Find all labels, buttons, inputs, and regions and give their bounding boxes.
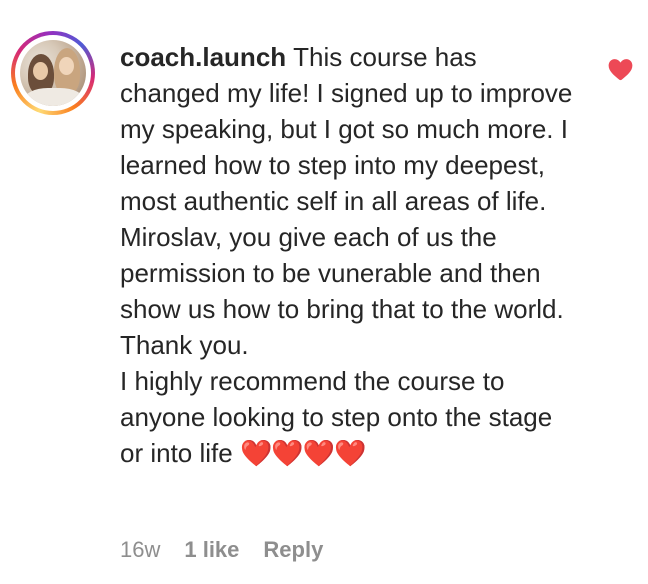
avatar-figure-bodies <box>24 88 84 106</box>
heart-icon[interactable] <box>608 58 633 81</box>
comment-body: coach.launch This course has changed my l… <box>120 39 580 471</box>
avatar-border <box>15 35 91 111</box>
comment-timestamp[interactable]: 16w <box>120 536 160 564</box>
comment-meta: 16w 1 like Reply <box>120 536 323 564</box>
comment-paragraph-1: coach.launch This course has changed my l… <box>120 39 580 219</box>
comment-paragraph-2: Miroslav, you give each of us the permis… <box>120 222 564 360</box>
like-count[interactable]: 1 like <box>184 536 239 564</box>
avatar-photo <box>20 40 86 106</box>
avatar-figure-right-face <box>59 57 74 75</box>
comment-paragraph-3: I highly recommend the course to anyone … <box>120 363 580 471</box>
avatar[interactable] <box>11 31 95 115</box>
comment-username[interactable]: coach.launch <box>120 42 286 72</box>
heart-emojis: ❤️❤️❤️❤️ <box>239 438 366 468</box>
reply-button[interactable]: Reply <box>263 536 323 564</box>
avatar-figure-left-face <box>33 62 48 80</box>
